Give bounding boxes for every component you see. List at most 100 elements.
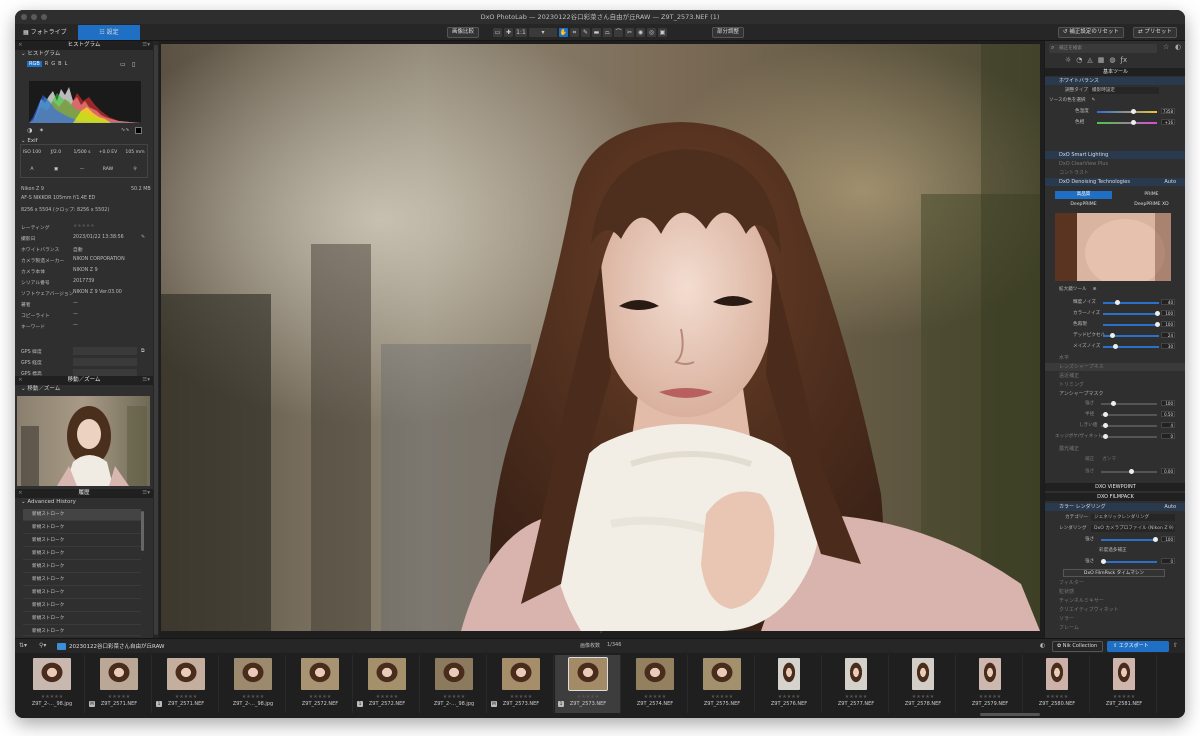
filmstrip-thumbnail[interactable]: ★★★★★ 1 Z9T_2571.NEF: [153, 655, 219, 713]
filter-palette[interactable]: フィルター: [1045, 579, 1185, 587]
crosshair-icon[interactable]: ✚: [504, 28, 513, 37]
move-zoom-subheader[interactable]: ⌄ 移動／ズーム: [15, 385, 153, 394]
wb-palette[interactable]: ホワイトバランス: [1045, 77, 1185, 85]
clearview-palette[interactable]: DxO ClearView Plus: [1045, 160, 1185, 168]
dead-pixel-value[interactable]: 24: [1161, 332, 1175, 338]
local-icon[interactable]: ◍: [1109, 56, 1115, 64]
horizon-icon[interactable]: ▬: [592, 28, 601, 37]
maze-noise-slider[interactable]: [1103, 344, 1159, 349]
grain-palette[interactable]: 粒状感: [1045, 588, 1185, 596]
folder-name[interactable]: 20230122谷口彩菜さん自由が丘RAW: [69, 642, 165, 650]
exposure-slider[interactable]: [1101, 469, 1157, 474]
color-swatch[interactable]: [135, 127, 142, 134]
history-item[interactable]: 新規ストローク: [23, 548, 141, 560]
close-icon[interactable]: ×: [18, 41, 23, 50]
frame-palette[interactable]: フレーム: [1045, 624, 1185, 632]
nik-toggle-icon[interactable]: ◐: [1040, 642, 1045, 649]
history-item[interactable]: 新規ストローク: [23, 613, 141, 625]
filmstrip-thumbnail[interactable]: ★★★★★ Z9T_2-…_98.jpg: [220, 655, 286, 713]
image-viewer[interactable]: ⌃: [159, 41, 1044, 638]
tab-photo-library[interactable]: ▦ フォトライブラリ: [17, 25, 77, 51]
luma-noise-slider[interactable]: [1103, 300, 1159, 305]
visibility-icon[interactable]: ◐: [1175, 43, 1181, 51]
exposure-palette[interactable]: 露光補正: [1045, 445, 1185, 453]
rating-stars[interactable]: ★★★★★: [1091, 694, 1157, 700]
channel-l[interactable]: L: [65, 61, 68, 67]
menu-icon[interactable]: ☰▾: [142, 41, 150, 50]
tab-customize[interactable]: ☷ 設定: [78, 25, 140, 40]
rendering-strength-slider[interactable]: [1101, 537, 1158, 542]
rating-stars[interactable]: ★★★★★: [488, 694, 554, 700]
window-controls[interactable]: [21, 14, 47, 20]
deepprime-option[interactable]: DeepPRIME: [1055, 201, 1112, 209]
color-noise-slider[interactable]: [1103, 311, 1160, 316]
filmstrip-thumbnail[interactable]: ★★★★★ Z9T_2580.NEF: [1024, 655, 1090, 713]
layout-icon[interactable]: ▭: [493, 28, 502, 37]
navigator-preview[interactable]: [17, 396, 150, 486]
usm-strength-value[interactable]: 100: [1161, 400, 1175, 406]
basic-tools-header[interactable]: 基本ツール: [1045, 68, 1185, 76]
hand-icon[interactable]: ✋: [559, 28, 568, 37]
usm-strength-slider[interactable]: [1101, 401, 1157, 406]
filmstrip-thumbnail[interactable]: ★★★★★ Z9T_2574.NEF: [622, 655, 688, 713]
move-zoom-header[interactable]: × 移動／ズーム ☰▾: [15, 376, 153, 385]
history-item[interactable]: 新規ストローク: [23, 535, 141, 547]
expand-handle[interactable]: ⌃: [599, 631, 603, 637]
rating-stars[interactable]: ★★★★★: [622, 694, 688, 700]
close-icon[interactable]: ×: [18, 489, 23, 498]
close-icon[interactable]: ×: [18, 376, 23, 385]
rating-stars[interactable]: ★★★★★: [153, 694, 219, 700]
rating-stars[interactable]: ★★★★★: [421, 694, 487, 700]
shadow-clip-icon[interactable]: ◑: [27, 127, 32, 134]
exposure-value[interactable]: 0.00: [1161, 468, 1175, 474]
temp-slider[interactable]: [1097, 109, 1157, 114]
filmpack-header[interactable]: DXO FILMPACK: [1045, 493, 1185, 501]
color-rendering-palette[interactable]: カラー レンダリング Auto: [1045, 503, 1185, 511]
filmstrip-thumbnail[interactable]: ★★★★★ Z9T_2575.NEF: [689, 655, 755, 713]
color-icon[interactable]: ◔: [1076, 56, 1082, 64]
usm-radius-value[interactable]: 0.50: [1161, 411, 1175, 417]
rating-stars[interactable]: ★★★★★: [890, 694, 956, 700]
history-item[interactable]: 新規ストローク: [23, 626, 141, 636]
picker-icon[interactable]: ✎: [581, 28, 590, 37]
sort-label[interactable]: 画像枚数: [580, 642, 600, 649]
usm-edge-slider[interactable]: [1101, 434, 1157, 439]
filmstrip-thumbnail[interactable]: ★★★★★ Z9T_2578.NEF: [890, 655, 956, 713]
perspective-palette[interactable]: 遠近補正: [1045, 372, 1185, 380]
export-button[interactable]: ⇪ エクスポート: [1107, 641, 1169, 652]
history-item[interactable]: 新規ストローク: [23, 587, 141, 599]
category-dropdown[interactable]: ジェネリックレンダリング: [1091, 514, 1175, 521]
wb-type-dropdown[interactable]: 撮影時設定: [1089, 87, 1159, 94]
hq-option[interactable]: 高品質: [1055, 191, 1112, 199]
target-icon[interactable]: ⊕: [1093, 287, 1097, 292]
maze-noise-value[interactable]: 30: [1161, 343, 1175, 349]
contrast-palette[interactable]: コントラスト: [1045, 169, 1185, 177]
filmstrip-thumbnail[interactable]: ★★★★★ Z9T_2579.NEF: [957, 655, 1023, 713]
history-item[interactable]: 新規ストローク: [23, 522, 141, 534]
rating-stars[interactable]: ★★★★★: [1024, 694, 1090, 700]
filmstrip-thumbnail[interactable]: ★★★★★ M Z9T_2573.NEF: [488, 655, 554, 713]
rating-stars[interactable]: ★★★★★: [957, 694, 1023, 700]
filmstrip-thumbnail[interactable]: ★★★★★ Z9T_2581.NEF: [1091, 655, 1157, 713]
rating-stars[interactable]: ★★★★★: [220, 694, 286, 700]
color-repro-value[interactable]: 100: [1161, 321, 1175, 327]
monitor-icon[interactable]: ▭: [120, 61, 126, 68]
histogram-subheader[interactable]: ⌄ ヒストグラム: [15, 50, 153, 59]
rendering-strength-value[interactable]: 100: [1161, 536, 1175, 542]
highlight-clip-icon[interactable]: ✶: [39, 127, 44, 134]
eyedropper-icon[interactable]: ✎: [1092, 98, 1096, 103]
nik-collection-button[interactable]: ✿ Nik Collection: [1052, 641, 1103, 652]
viewpoint-header[interactable]: DXO VIEWPOINT: [1045, 483, 1185, 491]
history-subheader[interactable]: ⌄ Advanced History: [15, 498, 153, 507]
page-icon[interactable]: ▯: [132, 61, 135, 68]
crop-palette[interactable]: トリミング: [1045, 381, 1185, 389]
rating-stars[interactable]: ★★★★★: [86, 694, 152, 700]
smart-lighting-palette[interactable]: DxO Smart Lighting: [1045, 151, 1185, 159]
usm-threshold-value[interactable]: 4: [1161, 422, 1175, 428]
rating-stars[interactable]: ★★★★★: [689, 694, 755, 700]
deepprime-xd-option[interactable]: DeepPRIME XD: [1123, 201, 1180, 209]
temp-value[interactable]: 7358: [1161, 108, 1175, 114]
gps-lon-field[interactable]: [73, 358, 137, 366]
solar-palette[interactable]: ソラー: [1045, 615, 1185, 623]
crop-icon[interactable]: ⌗: [570, 28, 579, 37]
